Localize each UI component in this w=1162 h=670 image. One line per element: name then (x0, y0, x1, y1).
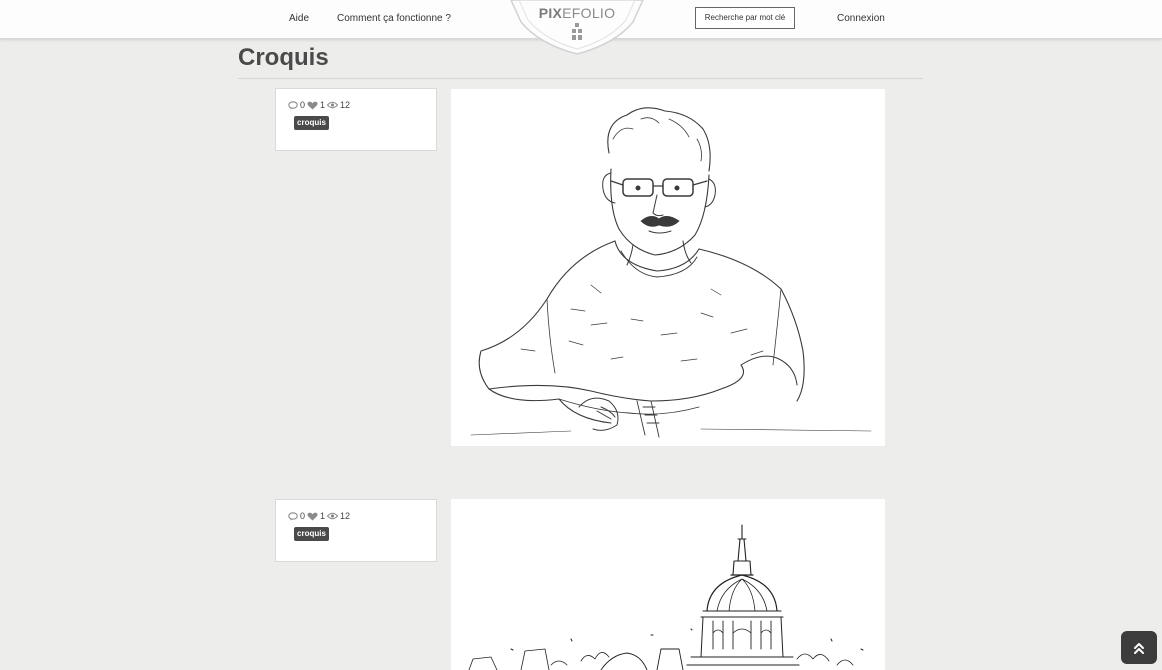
login-link[interactable]: Connexion (837, 13, 885, 24)
nav-help-link[interactable]: Aide (289, 13, 309, 24)
post-stats: 0 1 12 (288, 99, 352, 111)
page-title: Croquis (238, 44, 329, 71)
tag-badge[interactable]: croquis (294, 527, 329, 541)
portrait-sketch-image[interactable] (451, 89, 885, 446)
post-stats: 0 1 12 (288, 510, 352, 522)
nav-how-it-works-link[interactable]: Comment ça fonctionne ? (337, 13, 451, 24)
like-count: 1 (320, 511, 326, 521)
comment-icon (288, 511, 298, 520)
logo-wordmark[interactable]: PIXEFOLIO (505, 5, 649, 21)
scroll-to-top-button[interactable] (1121, 631, 1157, 664)
post-info-card: 0 1 12 croquis (275, 88, 437, 151)
title-divider (238, 78, 923, 79)
view-count: 12 (340, 511, 351, 521)
keyword-search-button[interactable]: Recherche par mot clé (695, 7, 795, 29)
view-count: 12 (340, 100, 351, 110)
tag-badge[interactable]: croquis (294, 116, 329, 130)
comment-count: 0 (300, 100, 306, 110)
like-count: 1 (320, 100, 326, 110)
logo-text-bold: PIX (538, 5, 563, 21)
dome-sketch-image[interactable] (451, 499, 885, 670)
heart-icon[interactable] (307, 512, 318, 521)
eye-icon (327, 101, 339, 109)
comment-icon (288, 100, 298, 109)
post-info-card: 0 1 12 croquis (275, 499, 437, 562)
comment-count: 0 (300, 511, 306, 521)
heart-icon[interactable] (307, 101, 318, 110)
double-chevron-up-icon (1134, 642, 1144, 654)
logo-text-light: EFOLIO (562, 5, 616, 21)
eye-icon (327, 512, 339, 520)
